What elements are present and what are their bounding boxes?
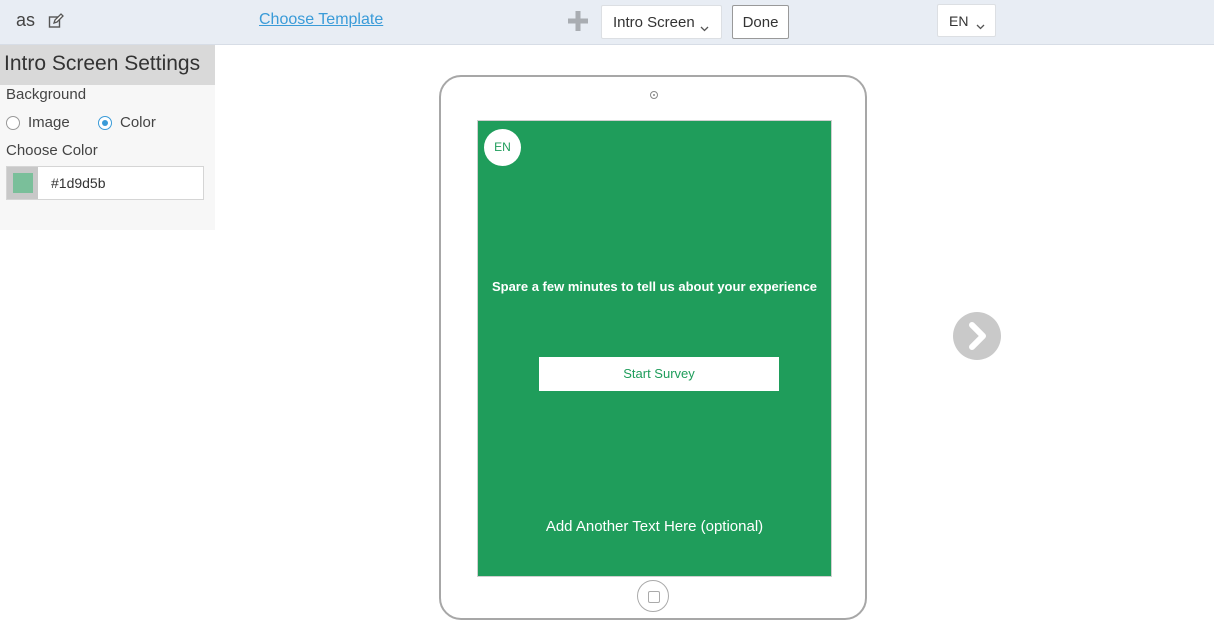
language-badge[interactable]: EN: [484, 129, 521, 166]
color-value-text: #1d9d5b: [51, 175, 106, 191]
settings-panel-title: Intro Screen Settings: [0, 45, 215, 85]
start-survey-button[interactable]: Start Survey: [539, 357, 779, 391]
color-swatch-button[interactable]: [7, 167, 38, 199]
screen-select-dropdown[interactable]: Intro Screen: [601, 5, 722, 39]
tablet-preview: EN Spare a few minutes to tell us about …: [439, 75, 867, 620]
intro-text[interactable]: Spare a few minutes to tell us about you…: [478, 279, 831, 294]
radio-label-color: Color: [120, 114, 156, 131]
language-select-value: EN: [949, 13, 969, 29]
language-select-dropdown[interactable]: EN: [937, 4, 996, 37]
camera-icon: [650, 91, 658, 99]
optional-text[interactable]: Add Another Text Here (optional): [478, 518, 831, 535]
intro-screen-preview: EN Spare a few minutes to tell us about …: [477, 120, 832, 577]
survey-name: as: [16, 10, 36, 30]
done-button[interactable]: Done: [732, 5, 789, 39]
radio-circle[interactable]: [98, 115, 112, 130]
top-toolbar: as Choose Template Intro Screen Done EN: [0, 0, 1214, 45]
radio-circle[interactable]: [6, 115, 20, 130]
add-screen-icon[interactable]: [567, 10, 589, 32]
edit-icon[interactable]: [48, 13, 64, 29]
screen-select-value: Intro Screen: [613, 14, 695, 31]
chevron-down-icon: [700, 19, 709, 36]
chevron-down-icon: [976, 17, 985, 33]
background-label: Background: [6, 86, 87, 103]
color-swatch: [13, 173, 33, 193]
radio-label-image: Image: [28, 114, 70, 131]
home-button-icon: [637, 580, 669, 612]
background-color-radio[interactable]: Color: [98, 114, 156, 131]
background-image-radio[interactable]: Image: [6, 114, 70, 131]
choose-color-label: Choose Color: [6, 142, 98, 159]
settings-panel: Intro Screen Settings Background Image C…: [0, 45, 215, 230]
next-screen-arrow-icon[interactable]: [953, 312, 1001, 360]
color-input[interactable]: #1d9d5b: [6, 166, 204, 200]
choose-template-link[interactable]: Choose Template: [259, 11, 383, 29]
